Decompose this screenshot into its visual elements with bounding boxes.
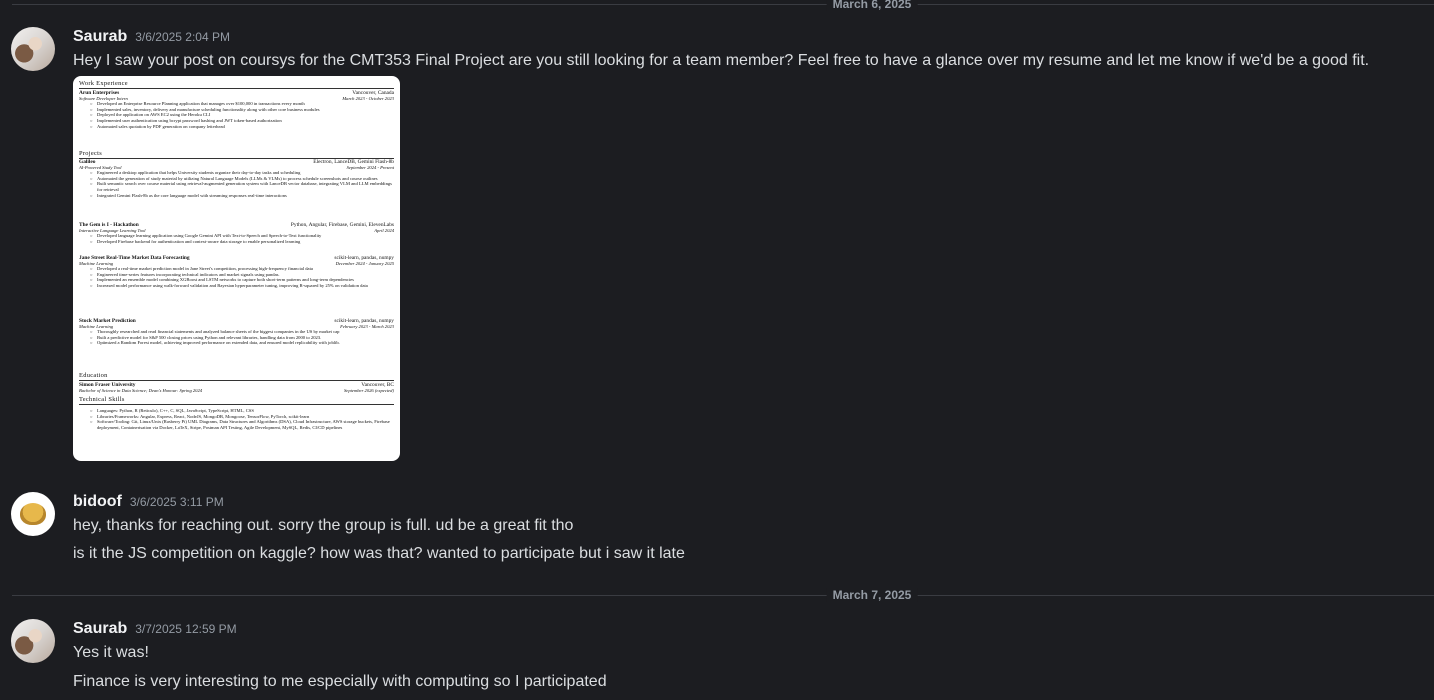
username[interactable]: bidoof bbox=[73, 493, 122, 511]
date-divider-label: March 6, 2025 bbox=[826, 0, 918, 11]
resume-bullet: Integrated Gemini Flash-8b as the core l… bbox=[79, 193, 394, 199]
message-text: Yes it was! bbox=[73, 644, 149, 661]
resume-bullet: Software/Tooling: Git, Linux/Unix (Rasbe… bbox=[79, 419, 394, 430]
message-header: bidoof 3/6/2025 3:11 PM bbox=[73, 493, 224, 511]
resume-section-heading: Projects bbox=[79, 150, 394, 159]
resume-bullet: Increased model performance using walk-f… bbox=[79, 283, 394, 289]
message-text: Finance is very interesting to me especi… bbox=[73, 673, 607, 690]
timestamp[interactable]: 3/6/2025 2:04 PM bbox=[135, 30, 230, 44]
resume-bullet: Developed Firebase backend for authentic… bbox=[79, 239, 394, 245]
username[interactable]: Saurab bbox=[73, 28, 127, 46]
message-text: is it the JS competition on kaggle? how … bbox=[73, 545, 685, 562]
resume-bullet: Built semantic search over course materi… bbox=[79, 181, 394, 192]
avatar[interactable] bbox=[11, 27, 55, 71]
date-divider-label: March 7, 2025 bbox=[826, 588, 918, 602]
message-header: Saurab 3/7/2025 12:59 PM bbox=[73, 620, 237, 638]
date-divider bbox=[12, 595, 1434, 596]
date-divider bbox=[12, 4, 1434, 5]
resume-bullet: Automated sales quotation by PDF generat… bbox=[79, 124, 394, 130]
avatar[interactable] bbox=[11, 492, 55, 536]
username[interactable]: Saurab bbox=[73, 620, 127, 638]
message-header: Saurab 3/6/2025 2:04 PM bbox=[73, 28, 230, 46]
resume-image-attachment[interactable]: Work Experience Arun Enterprises Vancouve… bbox=[73, 76, 400, 461]
timestamp[interactable]: 3/6/2025 3:11 PM bbox=[130, 495, 224, 509]
resume-section-heading: Education bbox=[79, 372, 394, 381]
message-text: Hey I saw your post on coursys for the C… bbox=[73, 52, 1370, 69]
resume-section-heading: Technical Skills bbox=[79, 396, 394, 405]
message-text: hey, thanks for reaching out. sorry the … bbox=[73, 517, 574, 534]
resume-bullet: Optimized a Random Forest model, achievi… bbox=[79, 340, 394, 346]
avatar[interactable] bbox=[11, 619, 55, 663]
resume-entry-sub: Bachelor of Science in Data Science; Dea… bbox=[79, 388, 394, 393]
resume-section-heading: Work Experience bbox=[79, 80, 394, 89]
timestamp[interactable]: 3/7/2025 12:59 PM bbox=[135, 622, 236, 636]
